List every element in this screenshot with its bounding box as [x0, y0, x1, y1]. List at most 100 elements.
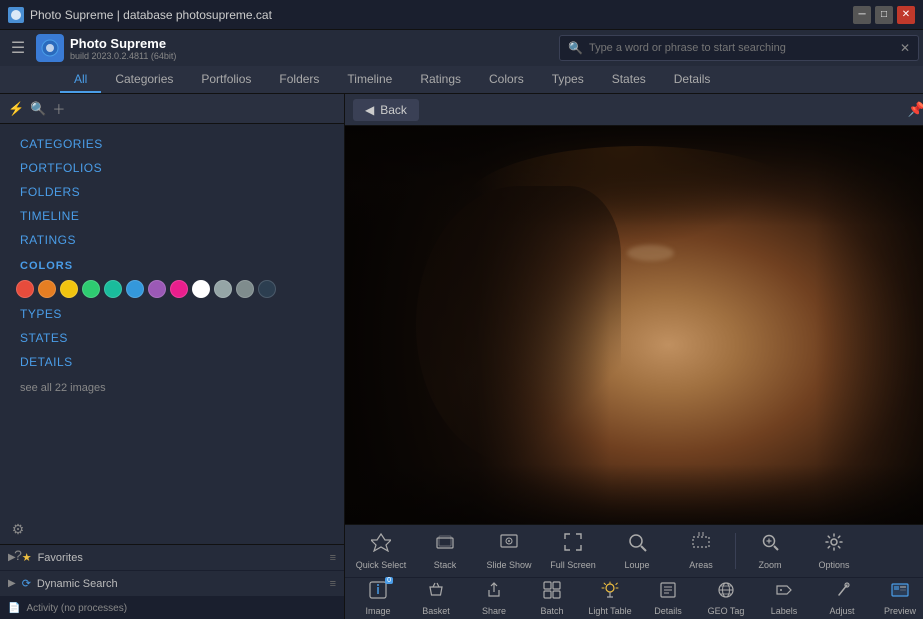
sidebar-item-portfolios[interactable]: PORTFOLIOS: [0, 156, 344, 180]
loupe-icon: [627, 532, 647, 557]
tab-all[interactable]: All: [60, 68, 101, 93]
dynamic-search-menu-icon[interactable]: ≡: [330, 578, 336, 590]
labels-button[interactable]: Labels: [755, 580, 813, 618]
fullscreen-button[interactable]: Full Screen: [541, 527, 605, 575]
areas-button[interactable]: Areas: [669, 527, 733, 575]
loupe-button[interactable]: Loupe: [605, 527, 669, 575]
fullscreen-icon: [563, 532, 583, 557]
maximize-button[interactable]: □: [875, 6, 893, 24]
settings-icon[interactable]: ⚙: [4, 517, 32, 541]
close-button[interactable]: ✕: [897, 6, 915, 24]
color-swatch-pink[interactable]: [170, 280, 188, 298]
quick-select-icon: [371, 532, 391, 557]
details-tool-button[interactable]: Details: [639, 580, 697, 618]
image-info-icon: 0: [369, 581, 387, 604]
labels-label: Labels: [771, 606, 798, 616]
color-swatch-silver[interactable]: [214, 280, 232, 298]
tab-portfolios[interactable]: Portfolios: [187, 68, 265, 93]
color-swatch-blue[interactable]: [126, 280, 144, 298]
light-table-label: Light Table: [588, 606, 631, 616]
loupe-label: Loupe: [624, 560, 649, 570]
color-swatch-teal[interactable]: [104, 280, 122, 298]
tab-ratings[interactable]: Ratings: [406, 68, 475, 93]
color-swatch-red[interactable]: [16, 280, 34, 298]
share-button[interactable]: Share: [465, 580, 523, 618]
sidebar-search-button[interactable]: 🔍: [30, 101, 46, 117]
back-bar: ◀ Back 📌: [345, 94, 923, 126]
labels-icon: [775, 581, 793, 604]
tab-details[interactable]: Details: [660, 68, 725, 93]
footer-item-favorites[interactable]: ▶ ★ Favorites ≡: [0, 545, 344, 571]
tab-colors[interactable]: Colors: [475, 68, 538, 93]
color-swatch-purple[interactable]: [148, 280, 166, 298]
color-swatch-green[interactable]: [82, 280, 100, 298]
sidebar-item-categories[interactable]: CATEGORIES: [0, 132, 344, 156]
footer-item-dynamic-search[interactable]: ▶ ⟳ Dynamic Search ≡: [0, 571, 344, 597]
share-icon: [485, 581, 503, 604]
sidebar-utility-icons: ⚙ ?: [0, 513, 36, 571]
color-swatch-white[interactable]: [192, 280, 210, 298]
colors-section-header: COLORS: [0, 252, 344, 276]
color-swatch-gray[interactable]: [236, 280, 254, 298]
back-chevron-icon: ◀: [365, 103, 374, 117]
basket-button[interactable]: Basket: [407, 580, 465, 618]
adjust-button[interactable]: Adjust: [813, 580, 871, 618]
share-label: Share: [482, 606, 506, 616]
sidebar-item-details[interactable]: DETAILS: [0, 350, 344, 374]
tab-categories[interactable]: Categories: [101, 68, 187, 93]
main-area: ⚡ 🔍 ＋ CATEGORIES PORTFOLIOS FOLDERS TIME…: [0, 94, 923, 619]
help-icon[interactable]: ?: [4, 543, 32, 567]
minimize-button[interactable]: ─: [853, 6, 871, 24]
search-clear-icon[interactable]: ✕: [900, 41, 910, 55]
pin-icon[interactable]: 📌: [908, 101, 923, 118]
zoom-label: Zoom: [758, 560, 781, 570]
quick-select-button[interactable]: Quick Select: [349, 527, 413, 575]
color-swatch-dark[interactable]: [258, 280, 276, 298]
tab-states[interactable]: States: [598, 68, 660, 93]
sidebar-item-ratings[interactable]: RATINGS: [0, 228, 344, 252]
colors-grid: [0, 276, 344, 302]
sidebar-add-button[interactable]: ＋: [52, 99, 65, 118]
slideshow-button[interactable]: Slide Show: [477, 527, 541, 575]
tab-folders[interactable]: Folders: [265, 68, 333, 93]
sidebar-item-states[interactable]: STATES: [0, 326, 344, 350]
app-logo: [36, 34, 64, 62]
bottom-toolbar: Quick Select Stack: [345, 524, 923, 619]
tab-timeline[interactable]: Timeline: [333, 68, 406, 93]
color-swatch-yellow[interactable]: [60, 280, 78, 298]
sidebar-item-types[interactable]: TYPES: [0, 302, 344, 326]
light-table-icon: [601, 581, 619, 604]
zoom-icon: [760, 532, 780, 557]
see-all-link[interactable]: see all 22 images: [0, 374, 344, 402]
titlebar: Photo Supreme | database photosupreme.ca…: [0, 0, 923, 30]
favorites-menu-icon[interactable]: ≡: [330, 552, 336, 564]
options-icon: [824, 532, 844, 557]
geotag-label: GEO Tag: [708, 606, 745, 616]
color-swatch-orange[interactable]: [38, 280, 56, 298]
image-button[interactable]: 0 Image: [349, 580, 407, 618]
fullscreen-label: Full Screen: [550, 560, 596, 570]
app-icon: [8, 7, 24, 23]
image-label: Image: [365, 606, 390, 616]
app-build: build 2023.0.2.4811 (64bit): [70, 51, 176, 61]
options-button[interactable]: Options: [802, 527, 866, 575]
hamburger-menu-button[interactable]: ☰: [4, 34, 32, 62]
back-button[interactable]: ◀ Back: [353, 99, 419, 121]
quick-select-label: Quick Select: [356, 560, 407, 570]
light-table-button[interactable]: Light Table: [581, 580, 639, 618]
sidebar-item-folders[interactable]: FOLDERS: [0, 180, 344, 204]
search-input[interactable]: [589, 42, 900, 54]
loop-icon: ⟳: [22, 577, 31, 590]
adjust-label: Adjust: [829, 606, 854, 616]
stack-button[interactable]: Stack: [413, 527, 477, 575]
details-tool-label: Details: [654, 606, 682, 616]
preview-button[interactable]: Preview: [871, 580, 923, 618]
app-name: Photo Supreme: [70, 36, 176, 51]
sidebar-filter-button[interactable]: ⚡: [8, 101, 24, 117]
zoom-button[interactable]: Zoom: [738, 527, 802, 575]
sidebar-item-timeline[interactable]: TIMELINE: [0, 204, 344, 228]
tab-types[interactable]: Types: [538, 68, 598, 93]
window-title: Photo Supreme | database photosupreme.ca…: [30, 8, 853, 22]
geotag-button[interactable]: GEO Tag: [697, 580, 755, 618]
batch-button[interactable]: Batch: [523, 580, 581, 618]
